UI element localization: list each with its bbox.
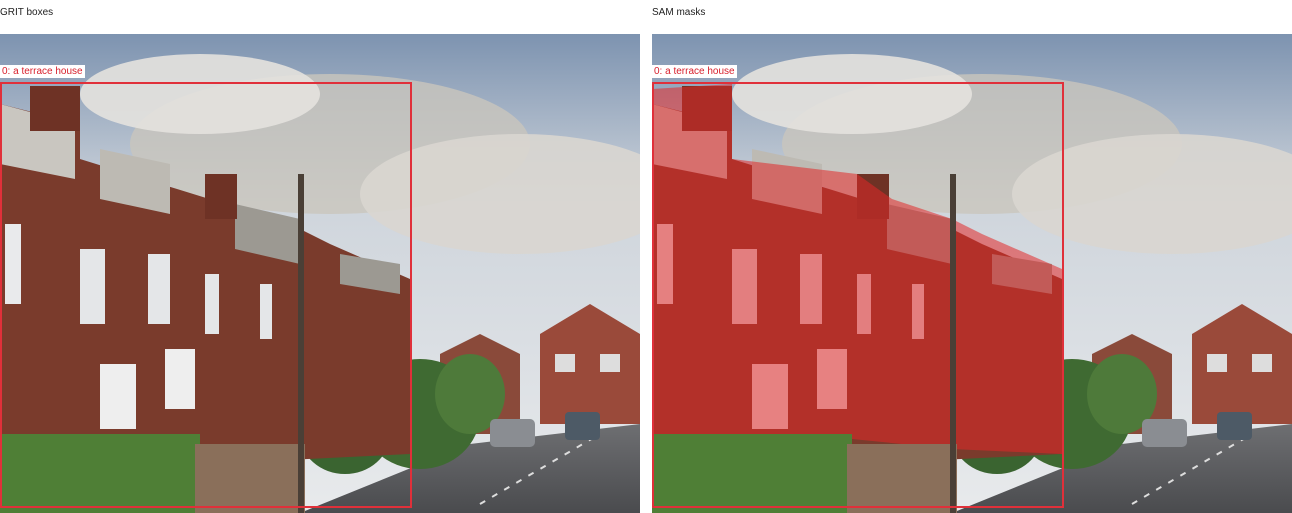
bounding-box	[652, 82, 1064, 508]
grit-panel: GRIT boxes 0: a terrace house	[0, 0, 640, 513]
box-label: 0: a terrace house	[652, 65, 737, 78]
sam-panel: SAM masks 0: a terrace house	[652, 0, 1292, 513]
bounding-box	[0, 82, 412, 508]
street-photo: 0: a terrace house	[652, 34, 1292, 513]
panel-title: GRIT boxes	[0, 7, 54, 18]
box-label: 0: a terrace house	[0, 65, 85, 78]
panel-title: SAM masks	[652, 7, 706, 18]
street-photo: 0: a terrace house	[0, 34, 640, 513]
